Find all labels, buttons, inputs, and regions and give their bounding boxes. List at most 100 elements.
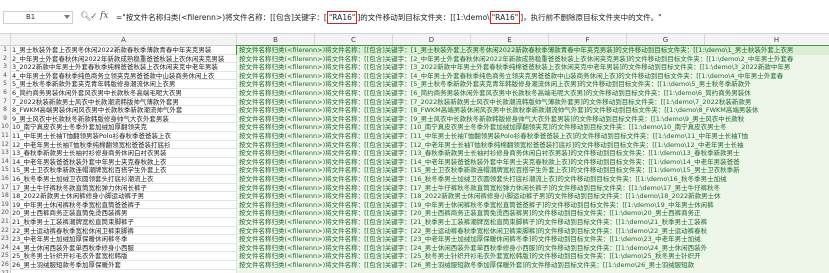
row-number[interactable]: 5 [0,80,11,89]
cell-a[interactable]: 25_秋冬男士针织开衫毛衣外套宽松韩版 [11,252,237,261]
cell-a[interactable]: 9_男士风衣中长款秋冬新款韩版修身帅气大衣外套男装 [11,114,237,124]
chevron-down-icon[interactable] [64,15,70,19]
formula-text-2: ]的文件移动到目标文件夹：[[1:\demo\ [357,13,490,22]
cell-b[interactable]: 按文件名称归类(<filerenn>)将文件名称：[[包含]关键字：[12_中老… [237,140,829,150]
cell-a[interactable]: 26_男士羽绒服短款冬季加厚保暖外套 [11,261,237,270]
table-row: 12 12_中老年男士长袖T恤秋季纯棉翻领宽松爸爸装打底衫 按文件名称归类(<fil… [0,140,829,150]
cell-b[interactable]: 按文件名称归类(<filerenn>)将文件名称：[[包含]关键字：[2_中年男… [237,54,829,64]
cell-a[interactable]: 5_男士秋冬季新款外套夹克青年韩版修身潮流休闲上衣男 [11,80,237,89]
cell-a[interactable]: 14_中老年男装爸爸秋装外套中年男士夹克春秋款上衣 [11,157,237,167]
row-number[interactable]: 27 [0,269,11,273]
cell-b[interactable]: 按文件名称归类(<filerenn>)将文件名称：[[包含]关键字：[19_中年… [237,200,829,210]
row-number[interactable]: 20 [0,209,11,218]
row-number[interactable]: 12 [0,140,11,150]
cell-a[interactable]: 15_男士卫衣秋季新款连帽潮牌宽松百搭学生外套上衣 [11,166,237,175]
cell-b[interactable]: 按文件名称归类(<filerenn>)将文件名称：[[包含]关键字：[17_男士… [237,183,829,193]
cell-b[interactable] [237,269,829,273]
column-header-a[interactable]: A [11,34,237,46]
row-number[interactable]: 16 [0,175,11,184]
cell-b[interactable]: 按文件名称归类(<filerenn>)将文件名称：[[包含]关键字：[26_男士… [237,261,829,270]
cell-b[interactable]: 按文件名称归类(<filerenn>)将文件名称：[[包含]关键字：[14_中老… [237,157,829,167]
cell-a[interactable]: 7_2022秋装新款男士风衣中长款潮流韩版帅气薄款外套男 [11,97,237,107]
cell-a[interactable]: 8_FWKM高端男装休闲风衣男中长款秋季新款潮流帅气外套 [11,106,237,115]
spreadsheet-grid[interactable]: ABCDEFGHI 11_男士秋装外套上衣男冬休闲2022新款春秋季薄款青春中年… [0,34,829,273]
row-number[interactable]: 18 [0,192,11,201]
row-number[interactable]: 10 [0,123,11,132]
row-number[interactable]: 26 [0,261,11,270]
cell-b[interactable]: 按文件名称归类(<filerenn>)将文件名称：[[包含]关键字：[13_春秋… [237,149,829,158]
column-header-e[interactable]: E [471,34,549,46]
cell-b[interactable]: 按文件名称归类(<filerenn>)将文件名称：[[包含]关键字：[22_男士… [237,226,829,236]
cell-b[interactable]: 按文件名称归类(<filerenn>)将文件名称：[[包含]关键字：[16_秋冬… [237,175,829,184]
cell-a[interactable]: 19_中年男士休闲裤秋冬季宽松直筒爸爸裤子 [11,200,237,210]
formula-input[interactable]: ="按文件名称归类(<filerenn>)将文件名称：[[包含]关键字：["RA… [116,11,662,24]
column-header-b[interactable]: B [237,34,315,46]
cell-b[interactable]: 按文件名称归类(<filerenn>)将文件名称：[[包含]关键字：[15_男士… [237,166,829,175]
column-header-h[interactable]: H [705,34,829,46]
cell-a[interactable]: 21_秋季男士工装裤潮牌宽松直筒束脚裤子 [11,218,237,227]
cell-b[interactable]: 按文件名称归类(<filerenn>)将文件名称：[[包含]关键字：[1_男士秋… [236,45,829,56]
cell-b[interactable]: 按文件名称归类(<filerenn>)将文件名称：[[包含]关键字：[10_南宁… [237,123,829,132]
cell-b[interactable]: 按文件名称归类(<filerenn>)将文件名称：[[包含]关键字：[9_男士风… [237,114,829,124]
cell-a[interactable]: 10_南宁真皮衣男士冬季外套加绒加厚翻领夹克 [11,123,237,132]
row-number[interactable]: 25 [0,252,11,261]
cell-a[interactable]: 22_男士运动裤春秋季宽松休闲卫裤束脚裤 [11,226,237,236]
cell-a[interactable]: 23_中老年男士加绒加厚保暖休闲裤冬季 [11,235,237,244]
row-number[interactable]: 3 [0,63,11,72]
column-header-f[interactable]: F [549,34,627,46]
row-number[interactable]: 22 [0,226,11,236]
row-number[interactable]: 13 [0,149,11,158]
column-header-d[interactable]: D [393,34,471,46]
column-header-c[interactable]: C [315,34,393,46]
cell-b[interactable]: 按文件名称归类(<filerenn>)将文件名称：[[包含]关键字：[11_中年… [237,132,829,141]
cell-b[interactable]: 按文件名称归类(<filerenn>)将文件名称：[[包含]关键字：[18_20… [237,192,829,201]
cell-a[interactable]: 1_男士秋装外套上衣男冬休闲2022新款春秋季薄款青春中年夹克男装 [11,46,237,55]
cell-a[interactable]: 6_简约商务男装休闲外套风衣男中长款秋冬高端毛呢大衣男 [11,89,237,98]
table-row: 11 11_中年男士长袖T恤翻领男装Polo衫春秋季爸爸装上衣 按文件名称归类(<f… [0,132,829,141]
cell-a[interactable]: 20_男士西裤商务正装直筒免烫西装裤男 [11,209,237,218]
row-number[interactable]: 2 [0,54,11,64]
cell-b[interactable]: 按文件名称归类(<filerenn>)将文件名称：[[包含]关键字：[3_202… [237,63,829,72]
cell-a[interactable]: 12_中老年男士长袖T恤秋季纯棉翻领宽松爸爸装打底衫 [11,140,237,150]
cell-b[interactable]: 按文件名称归类(<filerenn>)将文件名称：[[包含]关键字：[8_FWK… [237,106,829,115]
row-number[interactable]: 14 [0,157,11,167]
cell-b[interactable]: 按文件名称归类(<filerenn>)将文件名称：[[包含]关键字：[21_秋季… [237,218,829,227]
cell-a[interactable]: 13_春秋季新款男士长袖衬衫修身商务休闲白衬衣男装 [11,149,237,158]
name-box[interactable]: B1 [3,11,73,24]
cell-a[interactable] [11,269,237,273]
row-number[interactable]: 6 [0,89,11,98]
function-icon[interactable]: fx [100,11,108,21]
cell-a[interactable]: 11_中年男士长袖T恤翻领男装Polo衫春秋季爸爸装上衣 [11,132,237,141]
cell-b[interactable]: 按文件名称归类(<filerenn>)将文件名称：[[包含]关键字：[6_简约商… [237,89,829,98]
cell-a[interactable]: 3_2022新款中年男士外套春秋季纯棉爸爸秋装上衣休闲夹克中老年男装 [11,63,237,72]
row-number[interactable]: 24 [0,243,11,253]
row-number[interactable]: 9 [0,114,11,124]
cell-b[interactable]: 按文件名称归类(<filerenn>)将文件名称：[[包含]关键字：[20_男士… [237,209,829,218]
cell-a[interactable]: 4_中年男士外套春秋季纯色商务立领夹克男爸爸款中山装商务休闲上衣 [11,71,237,81]
row-number[interactable]: 19 [0,200,11,210]
row-number[interactable]: 8 [0,106,11,115]
cell-a[interactable]: 16_秋冬季男士加绒卫衣圆领套头打底衫潮流上衣 [11,175,237,184]
cell-b[interactable]: 按文件名称归类(<filerenn>)将文件名称：[[包含]关键字：[24_男士… [237,243,829,253]
cell-a[interactable]: 24_男士休闲西装外套单西秋季修身小西服 [11,243,237,253]
row-number[interactable]: 17 [0,183,11,193]
row-number[interactable]: 4 [0,71,11,81]
row-number[interactable]: 1 [0,46,11,55]
cell-a[interactable]: 17_男士牛仔裤秋冬款直筒宽松弹力休闲长裤子 [11,183,237,193]
cell-a[interactable]: 18_2022新款男士休闲裤修身小脚运动裤子男 [11,192,237,201]
select-all-corner[interactable] [0,34,11,46]
row-number[interactable]: 15 [0,166,11,175]
row-number[interactable]: 21 [0,218,11,227]
cell-b[interactable]: 按文件名称归类(<filerenn>)将文件名称：[[包含]关键字：[7_202… [237,97,829,107]
column-header-g[interactable]: G [627,34,705,46]
row-number[interactable]: 23 [0,235,11,244]
cell-b[interactable]: 按文件名称归类(<filerenn>)将文件名称：[[包含]关键字：[4_中年男… [237,71,829,81]
cell-b[interactable]: 按文件名称归类(<filerenn>)将文件名称：[[包含]关键字：[25_秋冬… [237,252,829,261]
table-row: 19 19_中年男士休闲裤秋冬季宽松直筒爸爸裤子 按文件名称归类(<filerenn… [0,200,829,210]
row-number[interactable]: 7 [0,97,11,107]
cell-a[interactable]: 2_中年男士外套春秋休闲2022年新款成熟稳重爸爸秋装上衣休闲夹克男装 [11,54,237,64]
cell-b[interactable]: 按文件名称归类(<filerenn>)将文件名称：[[包含]关键字：[23_中老… [237,235,829,244]
confirm-icon[interactable]: ✓ [90,12,98,22]
cell-b[interactable]: 按文件名称归类(<filerenn>)将文件名称：[[包含]关键字：[5_男士秋… [237,80,829,89]
row-number[interactable]: 11 [0,132,11,141]
